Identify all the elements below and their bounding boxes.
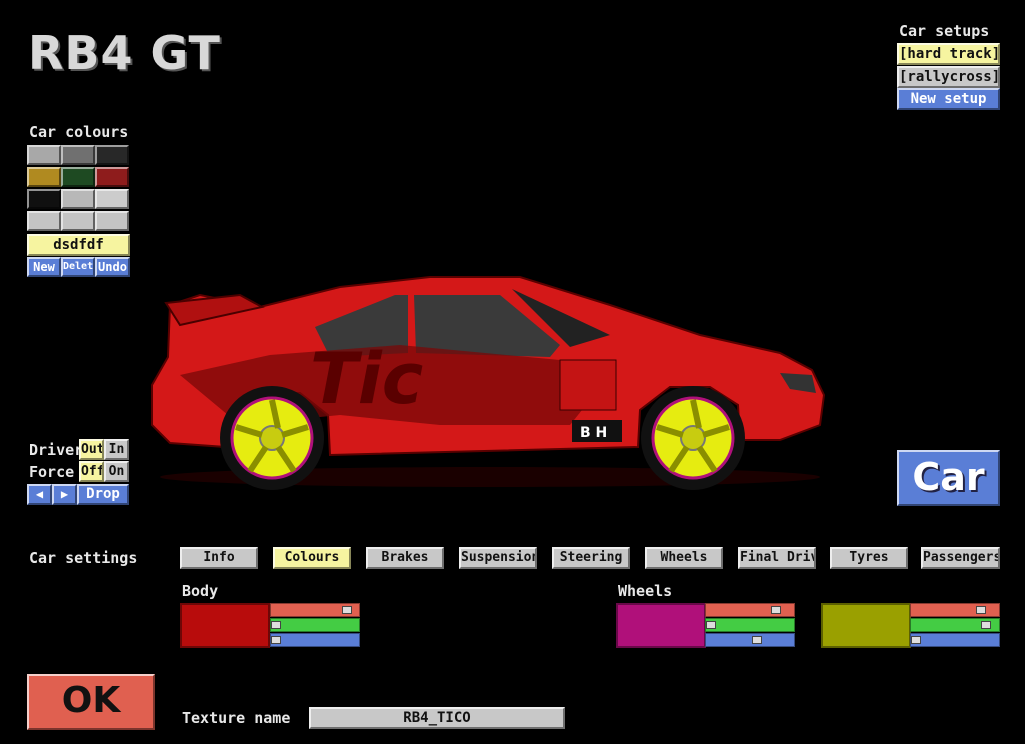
colour-swatch[interactable]: [27, 211, 61, 231]
tab-wheels[interactable]: Wheels: [645, 547, 723, 569]
force-on-button[interactable]: On: [104, 461, 129, 482]
colour-slider-b[interactable]: [910, 633, 1000, 647]
rear-wheel: [220, 386, 324, 490]
car-title: RB4 GT: [28, 26, 221, 80]
tab-info[interactable]: Info: [180, 547, 258, 569]
slider-knob[interactable]: [271, 636, 281, 644]
colour-swatch[interactable]: [61, 189, 95, 209]
texture-name-field[interactable]: RB4_TICO: [309, 707, 565, 729]
colour-swatch[interactable]: [95, 145, 129, 165]
colour-name-field[interactable]: dsdfdf: [27, 234, 130, 256]
setup-hard-track[interactable]: [hard track]: [897, 43, 1000, 65]
colour-slider-r[interactable]: [705, 603, 795, 617]
front-wheel: [641, 386, 745, 490]
wheels-colour2-preview: [821, 603, 911, 648]
colour-delete-button[interactable]: Delete: [61, 257, 95, 277]
wheels-colour-label: Wheels: [618, 582, 673, 600]
prev-arrow-button[interactable]: ◀: [27, 484, 52, 505]
driver-label: Driver: [29, 441, 84, 459]
body-colour-preview: [180, 603, 270, 648]
tab-brakes[interactable]: Brakes: [366, 547, 444, 569]
tab-final-drive[interactable]: Final Drive: [738, 547, 816, 569]
colour-swatch[interactable]: [27, 167, 61, 187]
colour-slider-g[interactable]: [270, 618, 360, 632]
car-colours-label: Car colours: [29, 123, 129, 141]
livery-text: Tic: [310, 338, 423, 420]
colour-swatch[interactable]: [95, 167, 129, 187]
colour-swatch[interactable]: [61, 145, 95, 165]
colour-swatch-grid: [27, 145, 130, 233]
colour-swatch[interactable]: [27, 145, 61, 165]
wheels-colour-preview: [616, 603, 706, 648]
colour-slider-g[interactable]: [705, 618, 795, 632]
colour-new-button[interactable]: New: [27, 257, 61, 277]
driver-out-button[interactable]: Out: [79, 439, 104, 460]
ok-button[interactable]: OK: [27, 674, 155, 730]
colour-swatch[interactable]: [95, 211, 129, 231]
body-colour-label: Body: [182, 582, 219, 600]
force-label: Force: [29, 463, 75, 481]
colour-swatch[interactable]: [61, 167, 95, 187]
colour-slider-g[interactable]: [910, 618, 1000, 632]
slider-knob[interactable]: [706, 621, 716, 629]
colour-swatch[interactable]: [95, 189, 129, 209]
car-view-button[interactable]: Car: [897, 450, 1000, 506]
tab-tyres[interactable]: Tyres: [830, 547, 908, 569]
tab-colours[interactable]: Colours: [273, 547, 351, 569]
colour-slider-b[interactable]: [270, 633, 360, 647]
colour-undo-button[interactable]: Undo: [95, 257, 130, 277]
colour-swatch[interactable]: [27, 189, 61, 209]
slider-knob[interactable]: [771, 606, 781, 614]
car-settings-label: Car settings: [29, 549, 138, 567]
slider-knob[interactable]: [911, 636, 921, 644]
slider-knob[interactable]: [752, 636, 762, 644]
texture-name-label: Texture name: [182, 709, 291, 727]
drop-button[interactable]: Drop: [77, 484, 129, 505]
tab-suspension[interactable]: Suspension: [459, 547, 537, 569]
tab-steering[interactable]: Steering: [552, 547, 630, 569]
colour-slider-r[interactable]: [910, 603, 1000, 617]
car-setups-label: Car setups: [899, 22, 990, 40]
colour-swatch[interactable]: [61, 211, 95, 231]
car-logo-text: B H: [580, 425, 607, 441]
slider-knob[interactable]: [271, 621, 281, 629]
slider-knob[interactable]: [342, 606, 352, 614]
colour-slider-r[interactable]: [270, 603, 360, 617]
force-off-button[interactable]: Off: [79, 461, 104, 482]
tab-passengers[interactable]: Passengers: [921, 547, 1000, 569]
setup-rallycross[interactable]: [rallycross]: [897, 66, 1000, 88]
car-preview-image: Tic B H: [151, 276, 826, 490]
slider-knob[interactable]: [981, 621, 991, 629]
car-door-panel: [559, 359, 617, 411]
next-arrow-button[interactable]: ▶: [52, 484, 77, 505]
driver-in-button[interactable]: In: [104, 439, 129, 460]
colour-slider-b[interactable]: [705, 633, 795, 647]
slider-knob[interactable]: [976, 606, 986, 614]
new-setup-button[interactable]: New setup: [897, 88, 1000, 110]
